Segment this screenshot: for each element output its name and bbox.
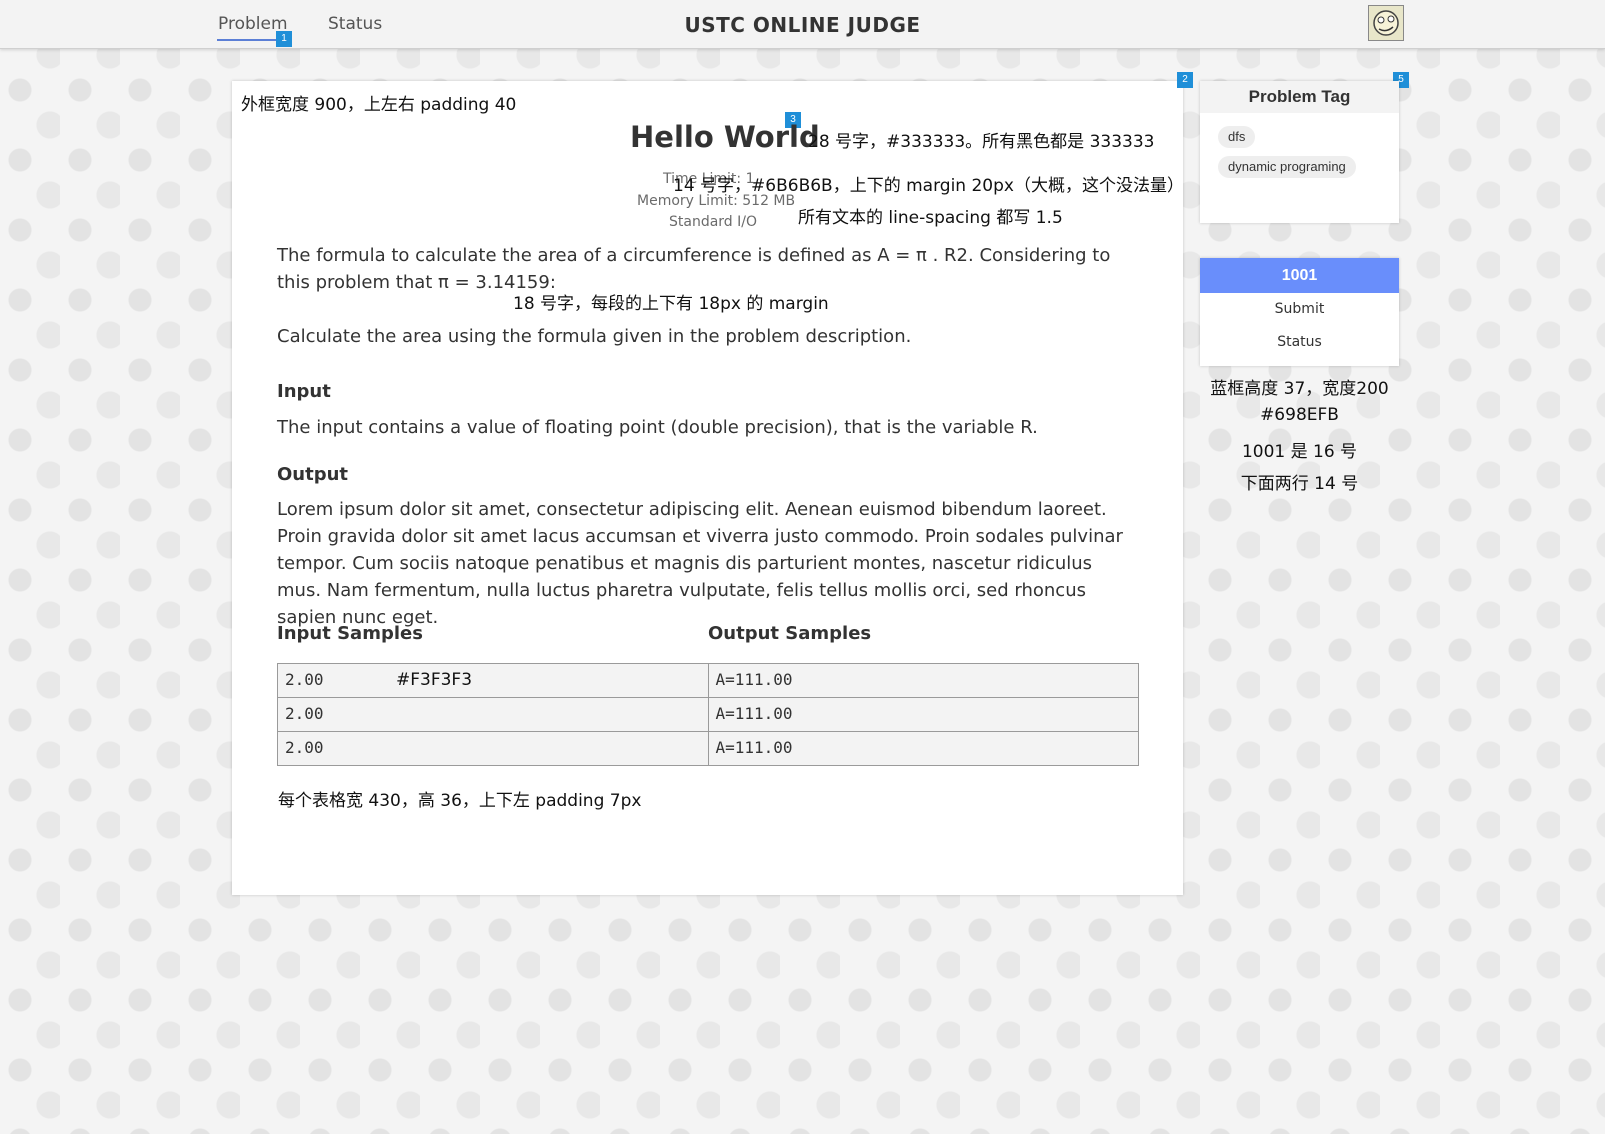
active-tab-underline [217,39,276,41]
submit-link[interactable]: Submit [1200,293,1399,326]
problem-action-card: 1001 Submit Status [1200,258,1399,366]
sample-output-cell: A=111.00 [707,663,1139,698]
memory-limit: Memory Limit: 512 MB [637,193,796,209]
note-side-2: #698EFB [1260,405,1339,425]
note-outer-box: 外框宽度 900，上左右 padding 40 [241,95,517,115]
tag-dynamic-programing[interactable]: dynamic programing [1218,156,1356,178]
sample-output-cell: A=111.00 [707,731,1139,766]
description-paragraph-1: The formula to calculate the area of a c… [277,245,1111,293]
avatar-face-icon [1373,10,1399,36]
user-avatar[interactable] [1368,5,1404,41]
io-type: Standard I/O [669,214,758,230]
annotation-marker-2: 2 [1177,72,1193,88]
sample-input-cell: 2.00 [277,731,709,766]
description-paragraph-2: Calculate the area using the formula giv… [277,326,912,347]
problem-tag-card: Problem Tag dfs dynamic programing [1200,81,1399,223]
note-table-cell: 每个表格宽 430，高 36，上下左 padding 7px [278,791,642,811]
table-row: 2.00 A=111.00 [277,731,1139,766]
sample-input-cell: 2.00 [277,663,709,698]
input-text: The input contains a value of floating p… [277,417,1038,438]
status-link[interactable]: Status [1200,326,1399,359]
tag-dfs[interactable]: dfs [1218,126,1256,148]
sample-output-cell: A=111.00 [707,697,1139,732]
note-paragraph-font: 18 号字，每段的上下有 18px 的 margin [513,294,829,314]
note-side-4: 下面两行 14 号 [1240,474,1359,494]
note-title-font: 28 号字，#333333。所有黑色都是 333333 [808,132,1155,152]
sample-input-cell: 2.00 [277,697,709,732]
input-heading: Input [277,381,331,402]
problem-id-button[interactable]: 1001 [1200,258,1399,293]
output-heading: Output [277,464,349,485]
problem-tag-title: Problem Tag [1200,81,1399,113]
note-table-color: #F3F3F3 [396,670,473,690]
top-nav-bar: Problem Status USTC ONLINE JUDGE [0,0,1605,49]
table-row: 2.00 A=111.00 [277,697,1139,732]
note-side-3: 1001 是 16 号 [1241,442,1358,462]
problem-title: Hello World [630,120,820,154]
note-side-1: 蓝框高度 37，宽度200 [1210,379,1389,399]
note-line-spacing: 所有文本的 line-spacing 都写 1.5 [798,208,1063,228]
annotation-marker-1: 1 [276,31,292,47]
output-samples-heading: Output Samples [708,623,872,644]
input-samples-heading: Input Samples [277,623,423,644]
site-title: USTC ONLINE JUDGE [684,13,921,37]
output-text: Lorem ipsum dolor sit amet, consectetur … [277,499,1123,628]
